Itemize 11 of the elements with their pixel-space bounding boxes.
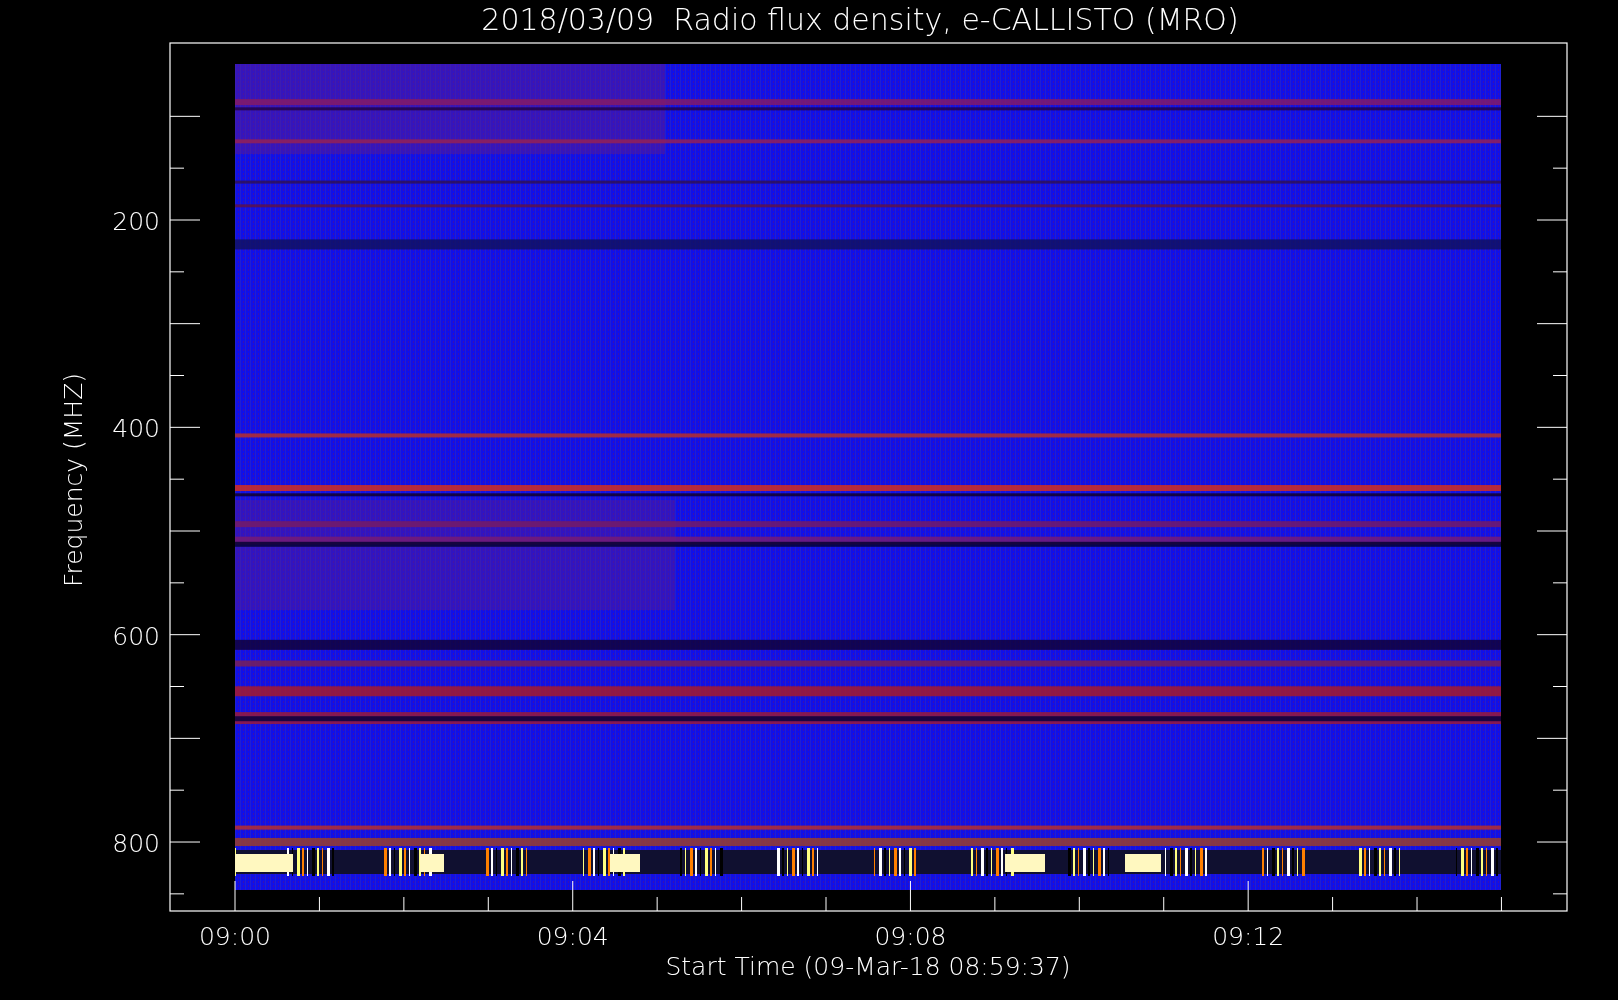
y-tick-label: 200	[112, 207, 160, 236]
x-tick-label: 09:08	[874, 922, 947, 951]
x-axis-label: Start Time (09-Mar-18 08:59:37)	[665, 952, 1071, 981]
x-tick-label: 09:12	[1212, 922, 1285, 951]
y-tick-label: 400	[112, 414, 160, 444]
x-tick-label: 09:00	[199, 922, 271, 951]
y-tick-label: 800	[112, 829, 160, 858]
y-tick-label: 600	[112, 621, 160, 651]
x-tick-label: 09:04	[536, 922, 609, 951]
y-axis-label: Frequency (MHZ)	[59, 372, 88, 588]
plot-title: 2018/03/09 Radio flux density, e-CALLISTO (MRO)	[481, 2, 1239, 37]
